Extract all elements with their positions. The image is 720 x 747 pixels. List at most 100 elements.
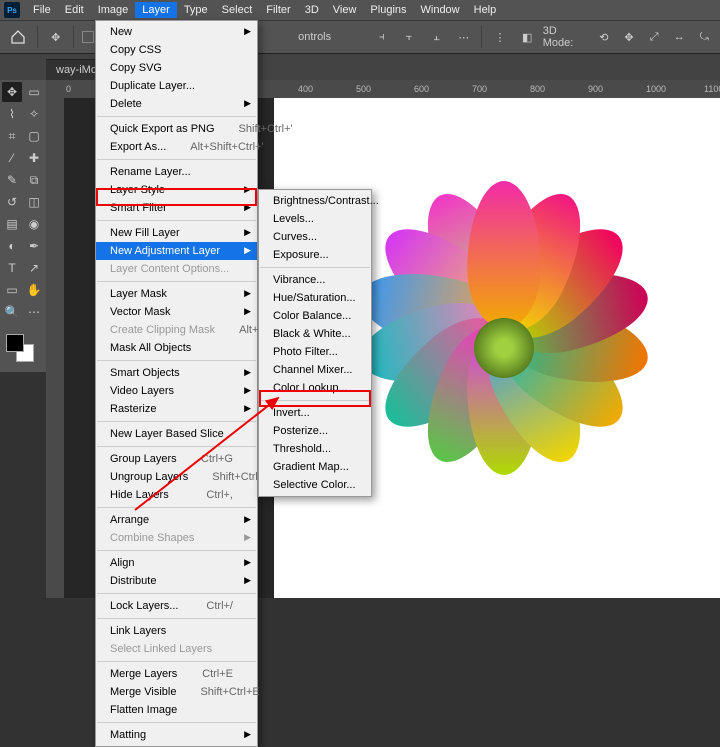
layer-menu-item[interactable]: Export As...Alt+Shift+Ctrl+' [96,138,257,156]
dist-icon[interactable]: ⋯ [454,27,473,47]
adjustment-menu-item[interactable]: Color Lookup... [259,379,371,397]
adjustment-menu-item[interactable]: Curves... [259,228,371,246]
layer-menu-item[interactable]: Matting▶ [96,726,257,744]
menu-filter[interactable]: Filter [259,2,297,18]
layer-menu-item[interactable]: Merge VisibleShift+Ctrl+E [96,683,257,701]
menu-view[interactable]: View [326,2,364,18]
menu-select[interactable]: Select [215,2,260,18]
eraser-tool[interactable]: ◫ [24,192,44,212]
layer-menu-item[interactable]: Arrange▶ [96,511,257,529]
type-tool[interactable]: T [2,258,22,278]
layer-menu[interactable]: New▶Copy CSSCopy SVGDuplicate Layer...De… [95,20,258,747]
move-tool-preset-icon[interactable]: ✥ [46,27,65,47]
auto-select-checkbox[interactable] [82,31,94,43]
adjustment-menu-item[interactable]: Posterize... [259,422,371,440]
menu-3d[interactable]: 3D [298,2,326,18]
path-tool[interactable]: ↗ [24,258,44,278]
crop-tool[interactable]: ⌗ [2,126,22,146]
adjustment-menu-item[interactable]: Black & White... [259,325,371,343]
layer-menu-item[interactable]: Mask All Objects [96,339,257,357]
patch-tool[interactable]: ✚ [24,148,44,168]
align-right-icon[interactable]: ⫠ [427,27,446,47]
menu-layer[interactable]: Layer [135,2,177,18]
brush-tool[interactable]: ✎ [2,170,22,190]
3d-mode-icon[interactable]: ◧ [518,27,537,47]
eyedrop-tool[interactable]: ⁄ [2,148,22,168]
gradient-tool[interactable]: ▤ [2,214,22,234]
layer-menu-item[interactable]: Lock Layers...Ctrl+/ [96,597,257,615]
adjustment-menu-item[interactable]: Vibrance... [259,271,371,289]
new-adjustment-layer-submenu[interactable]: Brightness/Contrast...Levels...Curves...… [258,189,372,497]
menu-file[interactable]: File [26,2,58,18]
layer-menu-item[interactable]: Flatten Image [96,701,257,719]
adjustment-menu-item[interactable]: Invert... [259,404,371,422]
layer-menu-item[interactable]: Quick Export as PNGShift+Ctrl+' [96,120,257,138]
more-tool[interactable]: ⋯ [24,302,44,322]
adjustment-menu-item[interactable]: Exposure... [259,246,371,264]
layer-menu-item[interactable]: Video Layers▶ [96,382,257,400]
blur-tool[interactable]: ◉ [24,214,44,234]
layer-menu-item[interactable]: Merge LayersCtrl+E [96,665,257,683]
marquee-tool[interactable]: ▭ [24,82,44,102]
layer-menu-item[interactable]: New Layer Based Slice [96,425,257,443]
layer-menu-item[interactable]: Distribute▶ [96,572,257,590]
slide-icon[interactable]: ↔ [670,27,689,47]
layer-menu-item[interactable]: New Adjustment Layer▶ [96,242,257,260]
hand-tool[interactable]: ✋ [24,280,44,300]
menu-item-label: Rename Layer... [110,166,233,178]
adjustment-menu-item[interactable]: Selective Color... [259,476,371,494]
dodge-tool[interactable]: ◐ [2,236,22,256]
layer-menu-item[interactable]: Group LayersCtrl+G [96,450,257,468]
menu-type[interactable]: Type [177,2,215,18]
layer-menu-item[interactable]: Hide LayersCtrl+, [96,486,257,504]
layer-menu-item[interactable]: Layer Mask▶ [96,285,257,303]
menu-window[interactable]: Window [414,2,467,18]
layer-menu-item[interactable]: Layer Style▶ [96,181,257,199]
align-left-icon[interactable]: ⫞ [372,27,391,47]
roll-icon[interactable]: ⤿ [695,27,714,47]
adjustment-menu-item[interactable]: Brightness/Contrast... [259,192,371,210]
layer-menu-item[interactable]: New▶ [96,23,257,41]
wand-tool[interactable]: ✧ [24,104,44,124]
zoom-tool[interactable]: 🔍 [2,302,22,322]
menu-help[interactable]: Help [467,2,504,18]
layer-menu-item[interactable]: Link Layers [96,622,257,640]
history-tool[interactable]: ↺ [2,192,22,212]
layer-menu-item[interactable]: Smart Objects▶ [96,364,257,382]
layer-menu-item[interactable]: Delete▶ [96,95,257,113]
adjustment-menu-item[interactable]: Threshold... [259,440,371,458]
layer-menu-item[interactable]: Vector Mask▶ [96,303,257,321]
menu-image[interactable]: Image [91,2,136,18]
adjustment-menu-item[interactable]: Hue/Saturation... [259,289,371,307]
adjustment-menu-item[interactable]: Channel Mixer... [259,361,371,379]
layer-menu-item[interactable]: Align▶ [96,554,257,572]
dolly-icon[interactable]: ⤢ [645,27,664,47]
pan-icon[interactable]: ✥ [619,27,638,47]
stamp-tool[interactable]: ⧉ [24,170,44,190]
layer-menu-item[interactable]: Copy SVG [96,59,257,77]
pen-tool[interactable]: ✒ [24,236,44,256]
layer-menu-item[interactable]: Rename Layer... [96,163,257,181]
adjustment-menu-item[interactable]: Color Balance... [259,307,371,325]
layer-menu-item[interactable]: Duplicate Layer... [96,77,257,95]
layer-menu-item[interactable]: Rasterize▶ [96,400,257,418]
align-center-icon[interactable]: ⫟ [399,27,418,47]
foreground-swatch[interactable] [6,334,24,352]
home-button[interactable] [6,25,29,49]
layer-menu-item[interactable]: Smart Filter▶ [96,199,257,217]
menu-edit[interactable]: Edit [58,2,91,18]
more-align-icon[interactable]: ⋮ [490,27,509,47]
menu-plugins[interactable]: Plugins [363,2,413,18]
color-swatches[interactable] [2,330,44,370]
adjustment-menu-item[interactable]: Levels... [259,210,371,228]
rect-tool[interactable]: ▭ [2,280,22,300]
layer-menu-item[interactable]: New Fill Layer▶ [96,224,257,242]
adjustment-menu-item[interactable]: Photo Filter... [259,343,371,361]
orbit-icon[interactable]: ⟲ [594,27,613,47]
move-tool[interactable]: ✥ [2,82,22,102]
lasso-tool[interactable]: ⌇ [2,104,22,124]
adjustment-menu-item[interactable]: Gradient Map... [259,458,371,476]
frame-tool[interactable]: ▢ [24,126,44,146]
layer-menu-item[interactable]: Ungroup LayersShift+Ctrl+G [96,468,257,486]
layer-menu-item[interactable]: Copy CSS [96,41,257,59]
